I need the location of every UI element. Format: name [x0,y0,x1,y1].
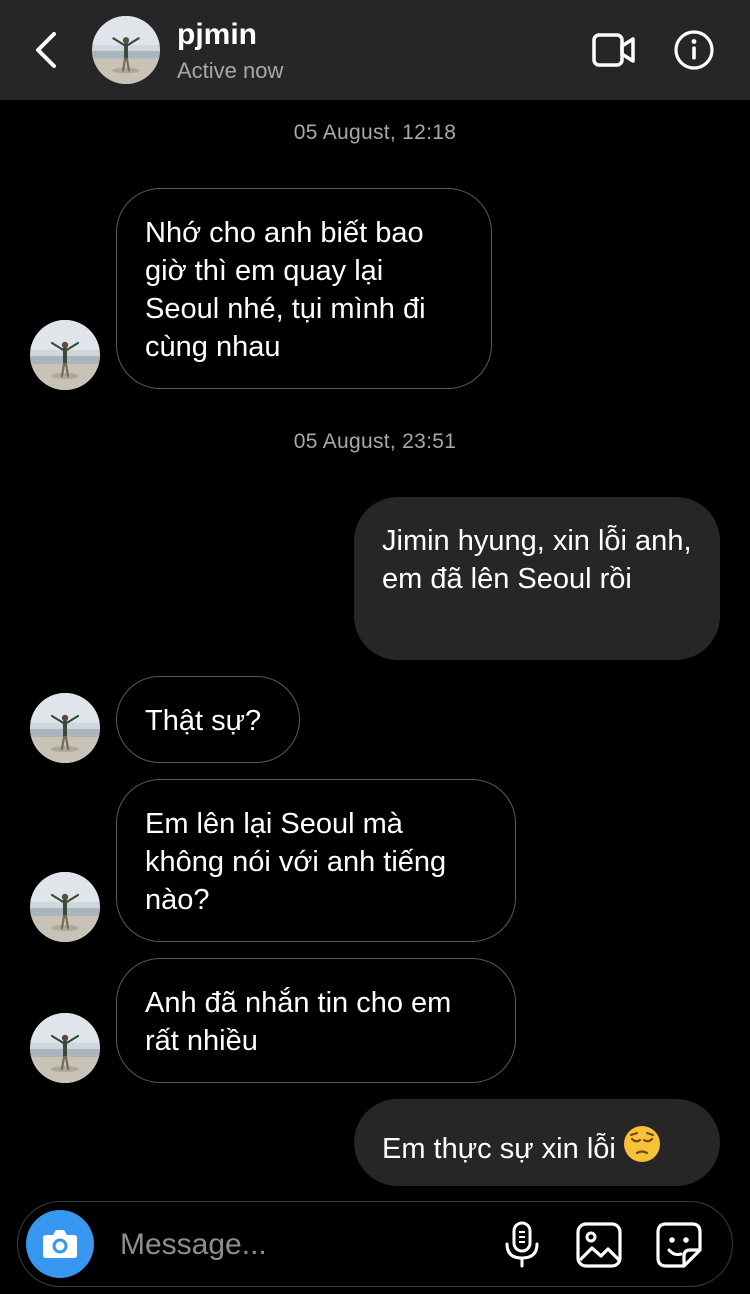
message-text: Em thực sự xin lỗi [382,1133,616,1165]
contact-username[interactable]: pjmin [177,18,257,52]
incoming-message-bubble[interactable]: Em lên lại Seoul mà không nói với anh ti… [116,779,516,942]
pensive-face-emoji [622,1124,662,1174]
incoming-message-bubble[interactable]: Thật sự? [116,676,300,763]
profile-photo [92,16,160,84]
message-timestamp: 05 August, 23:51 [293,430,457,453]
sender-avatar[interactable] [30,320,100,390]
dm-screen: pjmin Active now 05 August, 12:18 Nhớ ch… [0,0,750,1294]
image-gallery-icon [576,1222,622,1268]
chevron-left-icon [36,32,56,68]
active-status: Active now [177,58,284,83]
outgoing-message-bubble[interactable]: Em thực sự xin lỗi [354,1099,720,1186]
video-camera-icon [592,33,635,67]
incoming-message-bubble[interactable]: Anh đã nhắn tin cho em rất nhiều [116,958,516,1083]
chat-header: pjmin Active now [0,0,750,100]
header-avatar[interactable] [92,16,160,84]
sticker-button[interactable] [654,1220,704,1270]
camera-icon [43,1230,77,1258]
sender-avatar[interactable] [30,693,100,763]
message-timestamp: 05 August, 12:18 [293,121,457,144]
camera-button[interactable] [26,1210,94,1278]
message-composer [17,1201,733,1287]
microphone-icon [505,1221,539,1268]
incoming-message-bubble[interactable]: Nhớ cho anh biết bao giờ thì em quay lại… [116,188,492,389]
message-input[interactable] [118,1220,482,1270]
info-icon [674,30,714,70]
profile-photo [30,693,100,763]
video-call-button[interactable] [590,30,638,70]
sticker-icon [656,1222,702,1268]
conversation-info-button[interactable] [672,28,716,72]
profile-photo [30,1013,100,1083]
outgoing-message-bubble[interactable]: Jimin hyung, xin lỗi anh, em đã lên Seou… [354,497,720,660]
profile-photo [30,320,100,390]
voice-message-button[interactable] [502,1220,542,1270]
back-button[interactable] [28,28,68,72]
gallery-button[interactable] [574,1220,624,1270]
sender-avatar[interactable] [30,872,100,942]
sender-avatar[interactable] [30,1013,100,1083]
profile-photo [30,872,100,942]
